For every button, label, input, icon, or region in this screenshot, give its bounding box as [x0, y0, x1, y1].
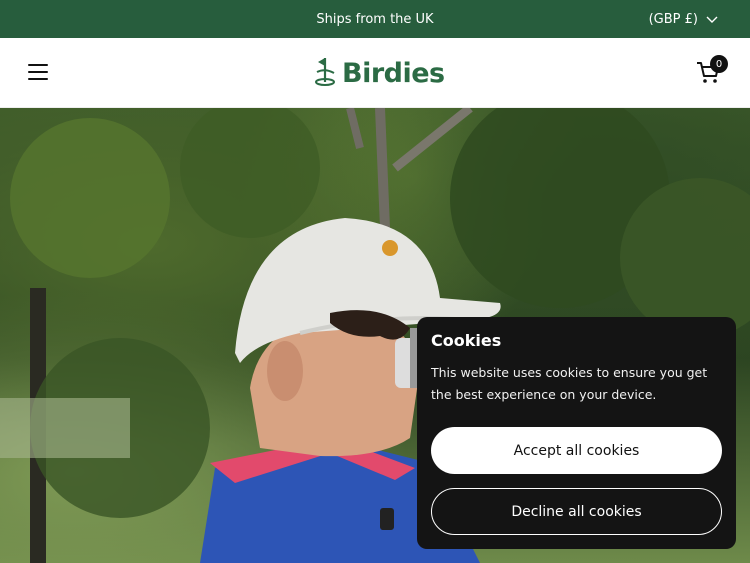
currency-selector[interactable]: (GBP £) — [649, 0, 718, 38]
chevron-down-icon — [706, 16, 718, 23]
site-header: Birdies 0 — [0, 38, 750, 108]
announcement-text: Ships from the UK — [316, 11, 434, 27]
currency-label: (GBP £) — [648, 11, 698, 27]
golf-flag-icon — [314, 56, 340, 90]
announcement-bar: Ships from the UK (GBP £) — [0, 0, 750, 38]
cookie-banner-title: Cookies — [431, 331, 502, 350]
decline-cookies-button[interactable]: Decline all cookies — [431, 488, 722, 535]
cart-button[interactable]: 0 — [695, 55, 729, 93]
accept-cookies-button[interactable]: Accept all cookies — [431, 427, 722, 474]
cookie-banner-body: This website uses cookies to ensure you … — [431, 365, 708, 402]
menu-icon[interactable] — [28, 64, 48, 82]
logo-text: Birdies — [342, 57, 445, 89]
cookie-banner: Cookies This website uses cookies to ens… — [417, 317, 736, 549]
site-logo[interactable]: Birdies — [314, 55, 445, 91]
cart-count-badge: 0 — [710, 55, 728, 73]
